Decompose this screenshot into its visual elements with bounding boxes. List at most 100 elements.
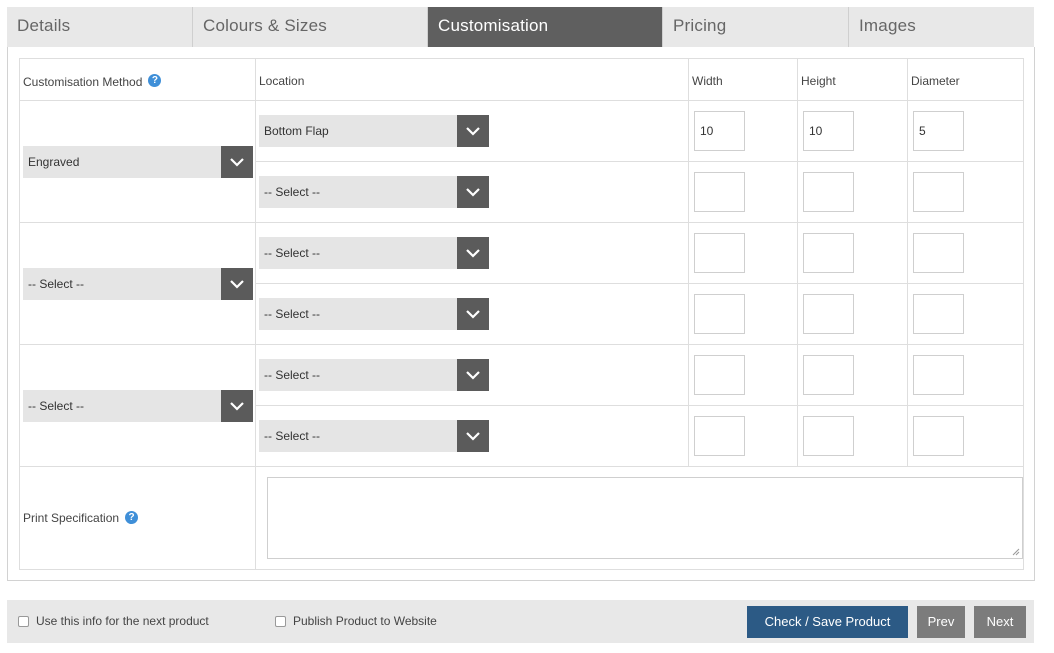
table-header-row: Customisation Method? Location Width Hei… [19,58,1024,101]
width-input[interactable] [694,294,745,334]
location-select[interactable]: -- Select -- [259,237,489,269]
footer-bar: Use this info for the next product Publi… [7,600,1034,643]
height-input[interactable] [803,111,854,151]
method-select[interactable]: -- Select -- [23,389,253,422]
width-header: Width [688,58,798,101]
chevron-down-icon[interactable] [457,420,489,452]
tab-bar: Details Colours & Sizes Customisation Pr… [7,7,1034,57]
width-input[interactable] [694,111,745,151]
height-cell [797,161,908,223]
width-input[interactable] [694,172,745,212]
location-select[interactable]: -- Select -- [259,298,489,330]
table-row: -- Select -- -- Select -- [19,344,1024,467]
prev-button[interactable]: Prev [917,606,965,638]
location-cell: Bottom Flap [255,100,689,162]
chevron-down-icon[interactable] [457,176,489,208]
height-cell [797,405,908,467]
location-select-value: -- Select -- [264,246,321,260]
print-spec-label: Print Specification [23,511,120,525]
tab-pricing[interactable]: Pricing [663,7,849,47]
width-input[interactable] [694,355,745,395]
publish-checkbox[interactable]: Publish Product to Website [275,614,437,628]
diameter-cell [907,283,1024,345]
method-cell: -- Select -- [19,344,256,467]
publish-label: Publish Product to Website [293,614,437,628]
table-row: -- Select -- -- Select -- [19,222,1024,345]
height-cell [797,100,908,162]
print-spec-cell [255,466,1024,570]
method-header-label: Customisation Method [23,75,143,90]
next-button[interactable]: Next [974,606,1026,638]
diameter-cell [907,344,1024,406]
location-select[interactable]: -- Select -- [259,420,489,452]
diameter-input[interactable] [913,355,964,395]
chevron-down-icon[interactable] [221,389,253,422]
tab-images[interactable]: Images [849,7,1034,47]
method-select[interactable]: Engraved [23,145,253,178]
width-input[interactable] [694,416,745,456]
chevron-down-icon[interactable] [457,298,489,330]
location-cell: -- Select -- [255,405,689,467]
method-cell: -- Select -- [19,222,256,345]
location-cell: -- Select -- [255,344,689,406]
customisation-panel: Customisation Method? Location Width Hei… [7,47,1035,581]
diameter-header: Diameter [907,58,1024,101]
diameter-cell [907,161,1024,223]
use-info-label: Use this info for the next product [36,614,209,628]
tab-colours-sizes[interactable]: Colours & Sizes [193,7,428,47]
height-header: Height [797,58,908,101]
checkbox-icon[interactable] [18,615,29,627]
diameter-input[interactable] [913,233,964,273]
print-spec-textarea[interactable] [267,477,1023,559]
location-cell: -- Select -- [255,222,689,284]
method-select[interactable]: -- Select -- [23,267,253,300]
width-input[interactable] [694,233,745,273]
method-select-value: -- Select -- [28,398,85,413]
height-input[interactable] [803,233,854,273]
width-cell [688,344,798,406]
height-input[interactable] [803,172,854,212]
location-select-value: -- Select -- [264,368,321,382]
height-input[interactable] [803,355,854,395]
print-spec-row: Print Specification? [19,466,1024,570]
use-info-checkbox[interactable]: Use this info for the next product [18,614,209,628]
diameter-cell [907,405,1024,467]
diameter-input[interactable] [913,294,964,334]
height-input[interactable] [803,294,854,334]
height-input[interactable] [803,416,854,456]
tab-customisation[interactable]: Customisation [428,7,663,57]
location-select[interactable]: Bottom Flap [259,115,489,147]
width-cell [688,161,798,223]
resize-grip-icon[interactable] [1012,548,1020,556]
checkbox-icon[interactable] [275,615,286,627]
help-icon[interactable]: ? [148,73,162,87]
customisation-table: Customisation Method? Location Width Hei… [19,58,1024,570]
diameter-input[interactable] [913,172,964,212]
chevron-down-icon[interactable] [457,237,489,269]
location-select[interactable]: -- Select -- [259,176,489,208]
location-select-value: -- Select -- [264,307,321,321]
chevron-down-icon[interactable] [221,145,253,178]
location-cell: -- Select -- [255,283,689,345]
location-select-value: -- Select -- [264,185,321,199]
print-spec-label-cell: Print Specification? [19,466,256,570]
width-cell [688,405,798,467]
location-select[interactable]: -- Select -- [259,359,489,391]
table-row: Engraved Bottom Flap [19,100,1024,223]
location-cell: -- Select -- [255,161,689,223]
method-cell: Engraved [19,100,256,223]
method-select-value: Engraved [28,154,80,169]
help-icon[interactable]: ? [125,511,139,525]
chevron-down-icon[interactable] [457,115,489,147]
check-save-button[interactable]: Check / Save Product [747,606,908,638]
diameter-cell [907,100,1024,162]
diameter-input[interactable] [913,111,964,151]
chevron-down-icon[interactable] [221,267,253,300]
location-select-value: -- Select -- [264,429,321,443]
tab-details[interactable]: Details [7,7,193,47]
chevron-down-icon[interactable] [457,359,489,391]
location-header: Location [255,58,689,101]
height-cell [797,222,908,284]
diameter-input[interactable] [913,416,964,456]
width-cell [688,222,798,284]
